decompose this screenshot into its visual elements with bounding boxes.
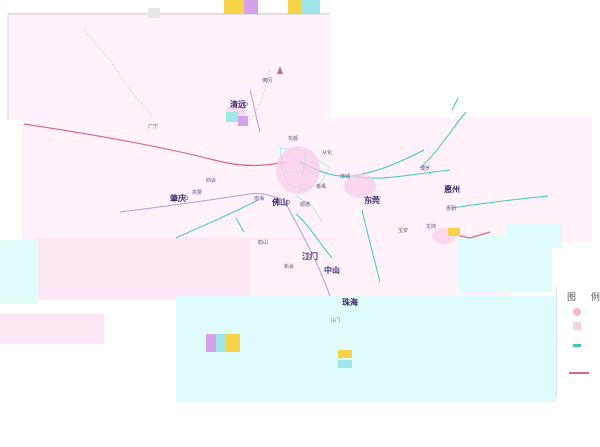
town-label: 四会 <box>206 177 216 184</box>
map-viewport[interactable]: 清远 肇庆 佛山 东莞 惠州 江门 中山 珠海 广宁 四会 高要 南海 顺德 番… <box>0 0 600 447</box>
legend-rail-icon <box>569 372 589 374</box>
tile-patch <box>148 8 160 18</box>
region-map[interactable]: 清远 肇庆 佛山 东莞 惠州 江门 中山 珠海 广宁 四会 高要 南海 顺德 番… <box>0 0 600 447</box>
tile-patch <box>338 350 352 358</box>
town-label: 龙岗 <box>426 223 436 230</box>
expressway <box>451 97 459 111</box>
tile-patch <box>302 0 320 14</box>
town-label: 博罗 <box>420 165 430 172</box>
tile-patch <box>206 334 216 352</box>
town-label: 广宁 <box>148 123 158 130</box>
city-label-zhuhai: 珠海 <box>342 297 358 307</box>
town-label: 宝安 <box>398 227 408 234</box>
tile-patch <box>216 334 226 352</box>
tile-patch <box>224 0 244 14</box>
city-label-jiangmen: 江门 <box>302 251 318 261</box>
city-label-foshan: 佛山 <box>271 197 288 207</box>
tile-patch <box>238 116 248 126</box>
tile-patch <box>288 0 302 14</box>
land-north <box>8 12 330 120</box>
town-label: 顺德 <box>300 201 310 208</box>
city-label-zhongshan: 中山 <box>324 265 340 275</box>
town-label: 惠阳 <box>446 205 456 212</box>
town-label: 南海 <box>254 195 264 202</box>
tile-patch <box>448 228 460 236</box>
town-label: 鹤山 <box>258 239 268 246</box>
legend-title: 图 例 <box>567 293 600 303</box>
town-label: 新会 <box>284 263 294 270</box>
town-label: 番禺 <box>316 183 326 190</box>
town-label: 花都 <box>288 135 298 142</box>
town-label: 佛冈 <box>262 77 272 84</box>
town-label: 高要 <box>192 189 202 196</box>
sea-west <box>0 240 38 304</box>
city-label-dongguan: 东莞 <box>364 195 380 205</box>
tile-patch <box>338 360 352 368</box>
city-label-qingyuan: 清远 <box>230 99 246 109</box>
land-strip-west <box>0 314 104 344</box>
legend-road-icon <box>573 344 581 347</box>
tile-patch <box>226 112 238 122</box>
legend-area-icon <box>573 322 581 330</box>
legend-city-icon <box>573 308 581 316</box>
tile-patch <box>244 0 258 14</box>
town-label: 从化 <box>322 149 332 156</box>
city-area <box>276 146 320 194</box>
town-label: 斗门 <box>330 317 340 324</box>
city-label-huizhou: 惠州 <box>444 184 460 194</box>
map-legend: 图 例 <box>556 286 600 398</box>
city-label-zhaoqing: 肇庆 <box>169 193 186 203</box>
tile-patch <box>226 334 240 352</box>
town-label: 增城 <box>340 173 350 180</box>
sea-east <box>506 224 562 248</box>
